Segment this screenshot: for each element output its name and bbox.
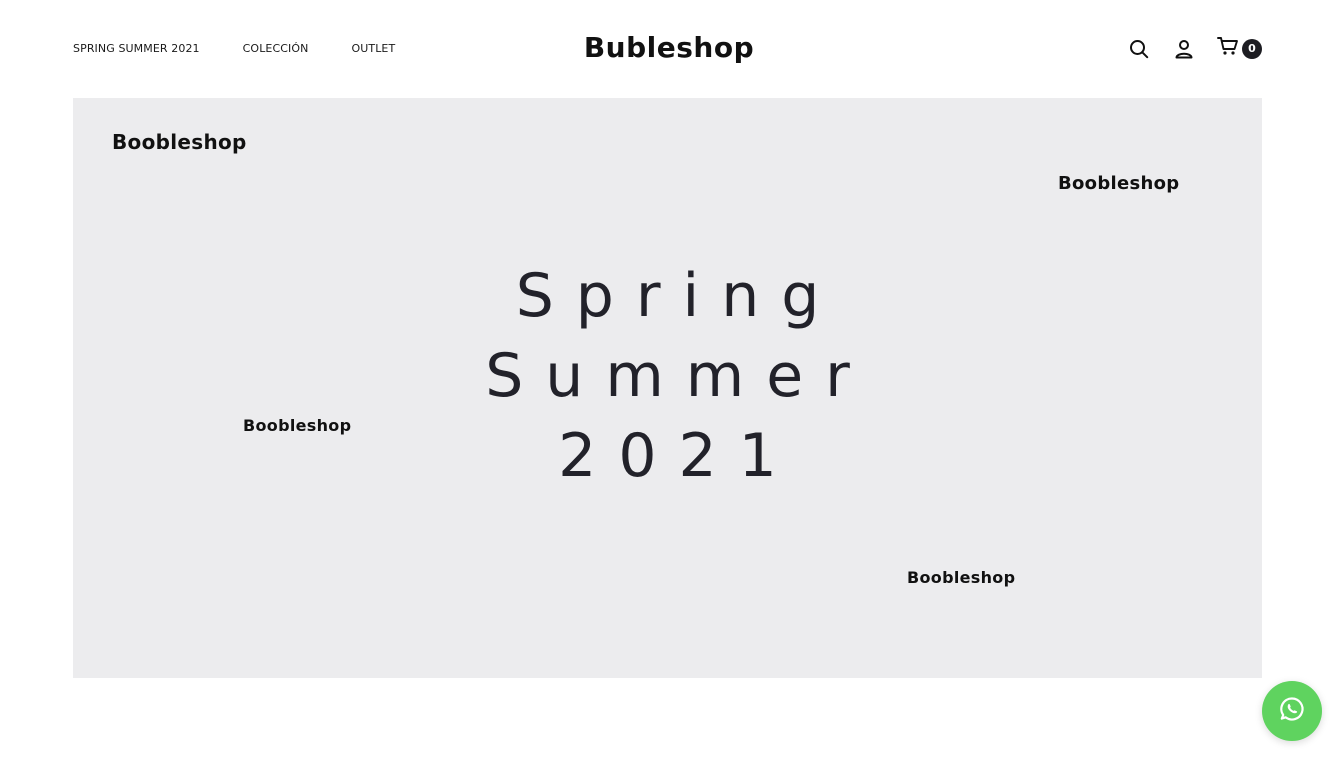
hero-title-line: 2021 bbox=[558, 421, 799, 491]
hero-watermark-logo: Boobleshop bbox=[1058, 173, 1180, 194]
search-icon[interactable] bbox=[1127, 37, 1151, 61]
header-actions: 0 bbox=[1106, 36, 1262, 61]
cart-count-badge: 0 bbox=[1242, 38, 1262, 59]
whatsapp-icon bbox=[1279, 696, 1305, 727]
nav-item-coleccion[interactable]: COLECCIÓN bbox=[243, 40, 309, 58]
nav-item-spring-summer-2021[interactable]: SPRING SUMMER 2021 bbox=[73, 40, 200, 58]
nav-item-outlet[interactable]: OUTLET bbox=[351, 40, 395, 58]
site-header: SPRING SUMMER 2021 COLECCIÓN OUTLET Bubl… bbox=[0, 0, 1343, 98]
user-icon[interactable] bbox=[1172, 37, 1196, 61]
hero-title-line: Summer bbox=[485, 341, 872, 411]
cart-button[interactable]: 0 bbox=[1217, 36, 1262, 61]
site-logo[interactable]: Bubleshop bbox=[582, 28, 756, 68]
whatsapp-button[interactable] bbox=[1262, 681, 1322, 741]
cart-icon bbox=[1217, 36, 1239, 61]
hero-banner[interactable]: Boobleshop Boobleshop Boobleshop Boobles… bbox=[73, 98, 1262, 678]
hero-watermark-logo: Boobleshop bbox=[907, 568, 1016, 587]
hero-title-line: Spring bbox=[515, 261, 842, 331]
main-nav: SPRING SUMMER 2021 COLECCIÓN OUTLET bbox=[73, 40, 438, 58]
hero-watermark-logo: Boobleshop bbox=[112, 130, 247, 154]
hero-title: Spring Summer 2021 bbox=[73, 256, 1262, 496]
